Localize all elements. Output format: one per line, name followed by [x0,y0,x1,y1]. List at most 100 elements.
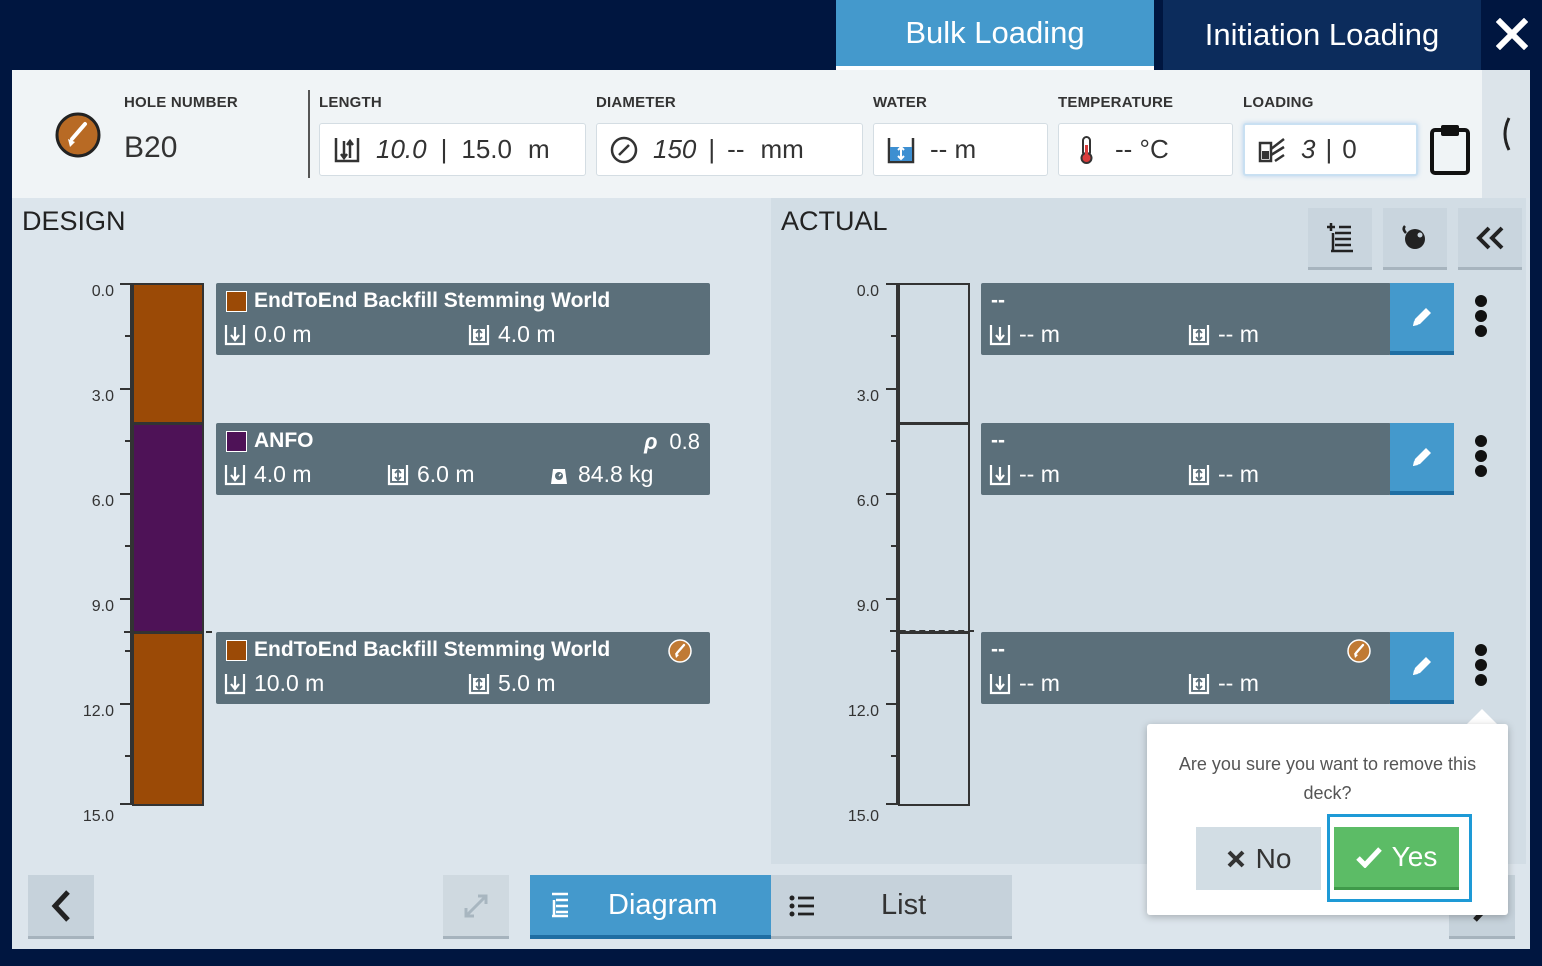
collapse-bracket-icon [1503,117,1511,151]
clipboard-button[interactable] [1428,122,1472,176]
design-title: DESIGN [22,206,126,236]
deck-depth-value: 10.0 m [254,670,325,696]
deck-name: -- [991,638,1005,661]
deck-mass: 84.8 kg [548,461,653,488]
actual-deck-card[interactable]: -- -- m -- m [981,423,1391,495]
actual-tick-label: 6.0 [856,493,879,510]
loading-field[interactable]: 3 | 0 [1243,123,1418,176]
depth-icon [989,464,1011,485]
tick [125,545,132,547]
add-deck-button[interactable] [1308,208,1372,270]
design-deck-card[interactable]: ANFO ρ 0.8 4.0 m 6.0 m 84.8 kg [216,423,710,495]
deck-length-value: 5.0 m [498,670,556,696]
edit-deck-button[interactable] [1390,283,1454,355]
no-button-label: No [1255,842,1292,874]
design-tick-label: 15.0 [82,808,114,825]
deck-depth-value: -- m [1019,321,1060,347]
loading-value-2: 0 [1342,134,1357,164]
weight-icon [551,468,567,484]
design-deck-segment-anfo[interactable] [132,423,204,633]
actual-tick-label: 9.0 [856,598,879,615]
depth-icon [224,324,246,345]
deck-length-icon [1188,464,1210,485]
edit-deck-button[interactable] [1390,632,1454,704]
tick [120,493,132,495]
tick [891,755,898,757]
design-deck-card[interactable]: EndToEnd Backfill Stemming World 0.0 m 4… [216,283,710,355]
loading-icon [1258,137,1285,162]
close-button[interactable] [1488,8,1536,60]
diameter-unit: mm [760,134,804,164]
header-collapse-area[interactable] [1482,70,1530,198]
deck-length: -- m [1188,321,1259,348]
actual-deck-card[interactable]: -- -- m -- m [981,632,1391,704]
chevron-left-icon [51,889,70,922]
loading-separator: | [1325,134,1333,164]
temperature-value: -- °C [1115,134,1169,164]
design-tick-label: 9.0 [91,598,114,615]
design-length-marker [124,631,212,633]
depth-icon [989,324,1011,345]
yes-button[interactable]: Yes [1334,827,1459,890]
design-deck-segment-stemming-top[interactable] [132,283,204,424]
deck-menu-button[interactable] [1474,644,1488,689]
deck-density-value: 0.8 [669,429,700,454]
deck-depth: -- m [989,321,1060,348]
deck-length-icon [1188,673,1210,694]
tick [891,440,898,442]
tick [120,283,132,285]
collapse-panel-button[interactable] [1458,208,1522,270]
water-field[interactable]: -- m [873,123,1048,176]
actual-deck-segment[interactable] [898,632,970,806]
close-icon [1496,18,1528,50]
list-icon [789,895,814,916]
deck-length-value: -- m [1218,321,1259,347]
deck-length: 6.0 m [387,461,475,488]
design-deck-segment-stemming-bottom[interactable] [132,632,204,806]
confirmation-message: Are you sure you want to remove this dec… [1178,754,1477,803]
diameter-field[interactable]: 150 | -- mm [596,123,863,176]
actual-deck-segment[interactable] [898,423,970,633]
popup-arrow [1466,709,1498,725]
diameter-actual: -- [727,134,745,164]
actual-deck-segment[interactable] [898,283,970,424]
double-chevron-left-icon [1476,226,1504,249]
add-deck-icon [1327,222,1353,252]
deck-name: EndToEnd Backfill Stemming World [254,638,611,661]
deck-mass-value: 84.8 kg [578,461,654,487]
design-tick-label: 0.0 [91,283,114,300]
product-button[interactable] [1383,208,1447,270]
tab-bulk-loading[interactable]: Bulk Loading [836,0,1154,70]
diameter-value: 150 [653,134,697,164]
length-separator: | [440,134,448,164]
deck-depth: 4.0 m [224,461,312,488]
deck-menu-button[interactable] [1474,295,1488,340]
expand-button[interactable] [443,875,509,939]
tab-list[interactable]: List [771,875,1012,939]
deck-length: 4.0 m [468,321,556,348]
no-button[interactable]: No [1196,827,1321,890]
design-deck-card[interactable]: EndToEnd Backfill Stemming World 10.0 m … [216,632,710,704]
actual-deck-card[interactable]: -- -- m -- m [981,283,1391,355]
tick [125,335,132,337]
tick [125,440,132,442]
tab-diagram[interactable]: Diagram [530,875,771,939]
tick [120,703,132,705]
depth-icon [224,673,246,694]
temperature-field[interactable]: -- °C [1058,123,1233,176]
actual-tick-label: 0.0 [856,283,879,300]
deck-length: 5.0 m [468,670,556,697]
edit-deck-button[interactable] [1390,423,1454,495]
depth-icon [224,464,246,485]
deck-length-icon [1188,324,1210,345]
deck-menu-button[interactable] [1474,435,1488,480]
water-value: -- m [930,134,977,164]
clipboard-icon [1430,125,1470,175]
actual-length-marker [890,630,974,632]
length-field[interactable]: 10.0 | 15.0 m [319,123,586,176]
tick [891,545,898,547]
previous-hole-button[interactable] [28,875,94,939]
expand-icon [464,894,488,917]
temperature-label: TEMPERATURE [1058,94,1174,111]
tab-initiation-loading[interactable]: Initiation Loading [1163,0,1481,70]
